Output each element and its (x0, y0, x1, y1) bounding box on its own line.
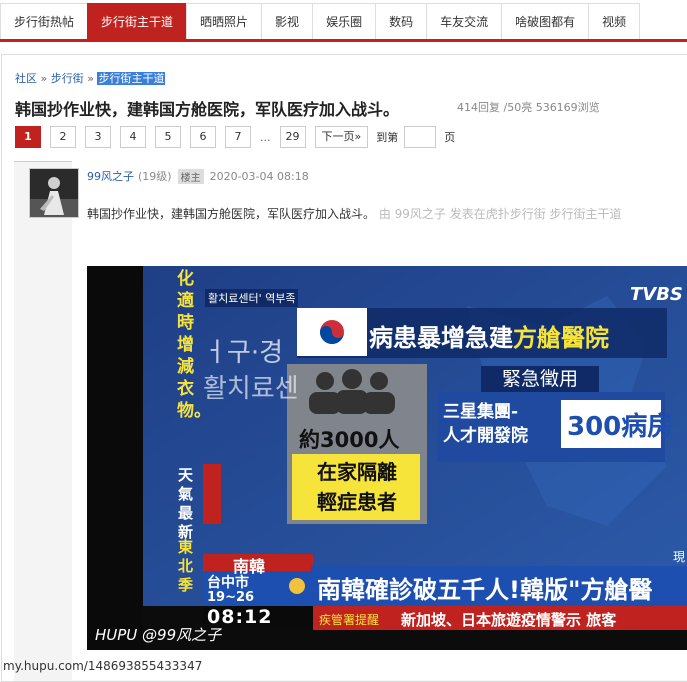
news-headline: 病患暴增急建方艙醫院 (369, 318, 609, 353)
channel-logo: TVBS (630, 284, 683, 305)
author-name-link[interactable]: 99风之子 (87, 168, 134, 184)
pager-page[interactable]: 2 (50, 126, 76, 148)
news-side-tag: 現 (673, 550, 686, 564)
nav-tab[interactable]: 娱乐圈 (312, 3, 377, 40)
news-red-vertical-text: 天氣最新 (178, 466, 194, 541)
news-screenshot: 化適時增減衣物。 天氣最新 東北季 활치료센터' 역부족 ㅓ구·경 활치료센 T… (87, 266, 687, 650)
news-ticker-sub-label: 疾管署提醒 (319, 613, 380, 627)
pager-page[interactable]: 4 (120, 126, 146, 148)
nav-tab[interactable]: 数码 (375, 3, 428, 40)
breadcrumb-separator: » (40, 72, 48, 85)
breadcrumb: 社区 » 步行街 » 步行街主干道 (15, 70, 166, 86)
news-yellow-box-text: 在家隔離 輕症患者 (317, 460, 397, 514)
thread-title: 韩国抄作业快，建韩国方舱医院，军队医疗加入战斗。 (15, 100, 400, 119)
image-watermark: HUPU @99风之子 (95, 626, 222, 644)
breadcrumb-current-link[interactable]: 步行街主干道 (97, 72, 166, 85)
nav-tab[interactable]: 步行街热帖 (0, 3, 89, 40)
news-urgent-label: 緊急徵用 (481, 366, 599, 392)
pager-page[interactable]: 7 (225, 126, 251, 148)
nav-tab[interactable]: 啥破图都有 (501, 3, 590, 40)
pager-page[interactable]: 5 (155, 126, 181, 148)
nav-tab[interactable]: 车友交流 (426, 3, 503, 40)
post-text-body: 韩国抄作业快，建韩国方舱医院，军队医疗加入战斗。 (87, 207, 376, 221)
footer-watermark: my.hupu.com/148693855433347 (3, 659, 203, 673)
news-count-label: 約3000人 (299, 428, 400, 452)
nav-underline (0, 39, 687, 42)
news-korean-mid2: 활치료센 (203, 374, 299, 404)
avatar[interactable] (29, 168, 79, 218)
nav-tab[interactable]: 影视 (261, 3, 314, 40)
weather-temp: 19~26 (207, 590, 255, 605)
post-source: 由 99风之子 发表在虎扑步行街 步行街主干道 (378, 207, 622, 221)
nav-tab[interactable]: 视频 (588, 3, 641, 40)
pager-page[interactable]: 1 (15, 126, 41, 148)
op-badge: 楼主 (177, 168, 204, 184)
post-text: 韩国抄作业快，建韩国方舱医院，军队医疗加入战斗。 由 99风之子 发表在虎扑步行… (87, 205, 687, 222)
pager-page[interactable]: 3 (85, 126, 111, 148)
thread-stats: 414回复 /50亮 536169浏览 (457, 101, 600, 114)
news-left-vertical-text: 化適時增減衣物。 (177, 269, 211, 421)
goto-page-input[interactable] (404, 126, 437, 148)
news-beds-label: 300病房 (567, 412, 674, 442)
post-time: 2020-03-04 08:18 (209, 169, 309, 183)
pagination: 1234567 ... 29 下一页» 到第 页 (15, 126, 461, 148)
news-korean-top: 활치료센터' 역부족 (205, 289, 299, 307)
breadcrumb-level1-link[interactable]: 步行街 (51, 72, 84, 85)
goto-suffix: 页 (444, 131, 456, 144)
news-samsung-text: 三星集團- 人才開發院 (443, 402, 528, 446)
next-page-button[interactable]: 下一页» (314, 126, 369, 148)
pager-last-page[interactable]: 29 (279, 126, 306, 148)
breadcrumb-root-link[interactable]: 社区 (15, 72, 37, 85)
pager-page[interactable]: 6 (190, 126, 216, 148)
news-headline-white: 病患暴增急建 (369, 324, 513, 352)
weather-city: 台中市 (207, 575, 249, 591)
top-nav: 步行街热帖 步行街主干道 晒晒照片 影视 娱乐圈 数码 车友交流 啥破图都有 视频 (0, 0, 687, 40)
news-ticker-sub: 新加坡、日本旅遊疫情警示 旅客 (401, 611, 617, 629)
breadcrumb-separator: » (87, 72, 94, 85)
news-korean-mid: ㅓ구·경 (203, 338, 284, 368)
author-level: (19级) (138, 170, 172, 183)
nav-tab[interactable]: 步行街主干道 (87, 3, 188, 40)
pager-pages: 1234567 (15, 126, 260, 148)
post-meta: 99风之子 (19级) 楼主 2020-03-04 08:18 (87, 168, 309, 184)
nav-tab[interactable]: 晒晒照片 (186, 3, 263, 40)
news-headline-yellow: 方艙醫院 (513, 324, 609, 352)
pager-ellipsis: ... (260, 130, 271, 144)
news-ticker-main: 南韓確診破五千人!韓版"方艙醫 (317, 576, 653, 604)
goto-label: 到第 (376, 131, 399, 144)
news-blue-vertical-text: 東北季 (178, 538, 194, 594)
